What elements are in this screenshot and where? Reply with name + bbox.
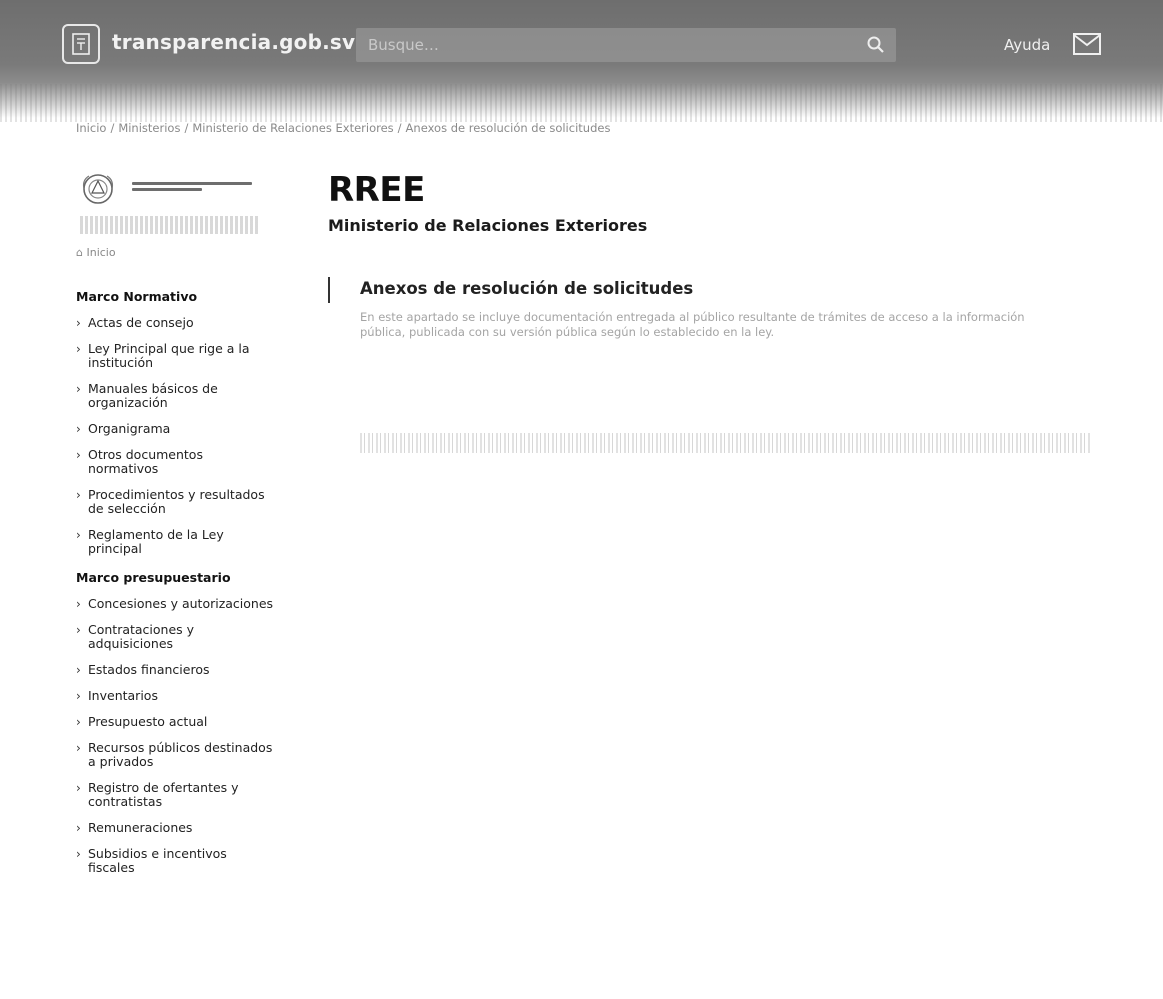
search-input[interactable] [356, 28, 896, 62]
search-icon[interactable] [866, 35, 886, 55]
sidebar-item-actas-de-consejo[interactable]: › Actas de consejo [76, 316, 276, 331]
page-subtitle: Ministerio de Relaciones Exteriores [328, 216, 648, 235]
breadcrumb: Inicio / Ministerios / Ministerio de Relacio… [76, 121, 611, 135]
section-title-marco-normativo: Marco Normativo [76, 289, 198, 304]
home-link[interactable]: ⌂ Inicio [76, 246, 290, 259]
sidebar-item-presupuesto-actual[interactable]: › Presupuesto actual [76, 715, 276, 730]
section-title-marco-presupuestario: Marco presupuestario [76, 570, 231, 585]
home-icon: ⌂ [76, 246, 87, 259]
content-section: Anexos de resolución de solicitudes En e… [328, 277, 1108, 339]
sidebar-item-recursos-publicos[interactable]: › Recursos públicos destinados a privados [76, 741, 276, 769]
chevron-right-icon: › [76, 316, 81, 330]
sidebar-item-manuales[interactable]: › Manuales básicos de organización [76, 382, 276, 410]
chevron-right-icon: › [76, 781, 81, 795]
section-accent-bar [328, 277, 330, 303]
chevron-right-icon: › [76, 448, 81, 462]
chevron-right-icon: › [76, 382, 81, 396]
chevron-right-icon: › [76, 488, 81, 502]
chevron-right-icon: › [76, 715, 81, 729]
chevron-right-icon: › [76, 422, 81, 436]
chevron-right-icon: › [76, 597, 81, 611]
document-list-row[interactable] [360, 433, 1090, 453]
breadcrumb-ministerio[interactable]: Ministerio de Relaciones Exteriores [192, 121, 393, 135]
help-link[interactable]: Ayuda [1004, 36, 1050, 54]
sidebar: ⌂ Inicio Marco Normativo › Actas de conse… [70, 164, 290, 887]
chevron-right-icon: › [76, 741, 81, 755]
sidebar-item-remuneraciones[interactable]: › Remuneraciones [76, 821, 276, 836]
breadcrumb-current: Anexos de resolución de solicitudes [405, 121, 611, 135]
sidebar-item-organigrama[interactable]: › Organigrama [76, 422, 276, 437]
main-content: RREE Ministerio de Relaciones Exteriores… [328, 170, 1108, 339]
institution-subtitle-graphic [80, 216, 260, 234]
chevron-right-icon: › [76, 847, 81, 861]
chevron-right-icon: › [76, 689, 81, 703]
page-title: RREE [328, 170, 425, 210]
sidebar-item-contrataciones[interactable]: › Contrataciones y adquisiciones [76, 623, 276, 651]
sidebar-item-otros-documentos[interactable]: › Otros documentos normativos [76, 448, 276, 476]
sidebar-item-subsidios[interactable]: › Subsidios e incentivos fiscales [76, 847, 276, 875]
nav-list-marco-presupuestario: › Concesiones y autorizaciones › Contratac… [76, 597, 290, 875]
institution-name-graphic [132, 182, 252, 194]
mail-icon[interactable] [1072, 32, 1102, 56]
sidebar-item-inventarios[interactable]: › Inventarios [76, 689, 276, 704]
breadcrumb-inicio[interactable]: Inicio [76, 121, 106, 135]
sidebar-item-reglamento[interactable]: › Reglamento de la Ley principal [76, 528, 276, 556]
sidebar-item-concesiones[interactable]: › Concesiones y autorizaciones [76, 597, 276, 612]
chevron-right-icon: › [76, 623, 81, 637]
search-bar [356, 28, 896, 62]
coat-of-arms-icon [82, 174, 114, 204]
breadcrumb-ministerios[interactable]: Ministerios [118, 121, 180, 135]
header-texture [0, 84, 1163, 122]
chevron-right-icon: › [76, 528, 81, 542]
sidebar-item-procedimientos[interactable]: › Procedimientos y resultados de selecció… [76, 488, 276, 516]
nav-list-marco-normativo: › Actas de consejo › Ley Principal que rig… [76, 316, 290, 556]
chevron-right-icon: › [76, 663, 81, 677]
sidebar-item-registro-ofertantes[interactable]: › Registro de ofertantes y contratistas [76, 781, 276, 809]
document-icon [72, 33, 90, 55]
site-name-link[interactable]: transparencia.gob.sv [112, 30, 355, 54]
sidebar-item-estados-financieros[interactable]: › Estados financieros [76, 663, 276, 678]
section-title: Anexos de resolución de solicitudes [360, 279, 694, 298]
top-header: transparencia.gob.sv Ayuda [0, 0, 1163, 122]
institution-logo[interactable] [70, 164, 270, 240]
sidebar-item-ley-principal[interactable]: › Ley Principal que rige a la institución [76, 342, 276, 370]
section-description: En este apartado se incluye documentació… [360, 310, 1025, 339]
chevron-right-icon: › [76, 821, 81, 835]
site-logo-icon[interactable] [62, 24, 100, 64]
chevron-right-icon: › [76, 342, 81, 356]
